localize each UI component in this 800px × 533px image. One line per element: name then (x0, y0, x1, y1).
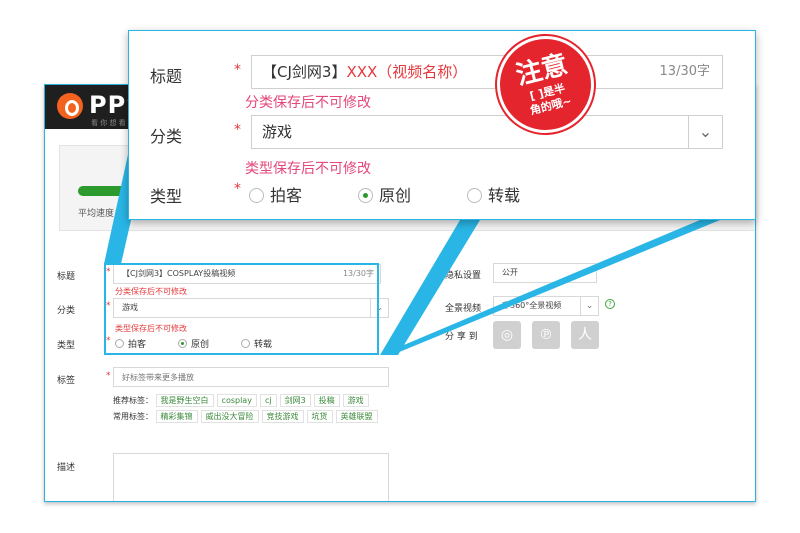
weibo-share-icon[interactable]: ◎ (493, 321, 521, 349)
zoom-type-option: 原创 (379, 186, 412, 205)
zoom-title-placeholder: XXX（视频名称） (346, 63, 468, 81)
zoom-type-radio-yuanchuang[interactable]: 原创 (358, 182, 411, 206)
tag-chip[interactable]: 精彩集锦 (155, 410, 198, 423)
logo-slogan: 看 你 想 看 (91, 119, 126, 127)
radio-selected-icon (358, 188, 373, 203)
title-label: 标题 (57, 272, 76, 282)
desc-label: 描述 (57, 463, 76, 473)
zoom-title-input[interactable]: 【CJ剑网3】XXX（视频名称） 13/30字 (251, 55, 723, 89)
tag-chip[interactable]: 剑网3 (279, 394, 311, 407)
category-label: 分类 (57, 306, 76, 316)
panorama-value: 非360°全景视频 (502, 301, 562, 310)
zoom-type-label: 类型 (150, 187, 183, 206)
share-label: 分 享 到 (445, 332, 478, 342)
common-tags: 常用标签： 精彩集锦 威出没大冒险 竞技游戏 坑货 英雄联盟 (113, 410, 381, 423)
zoom-type-required: * (234, 181, 241, 197)
panorama-label: 全景视频 (445, 304, 482, 314)
radio-icon (249, 188, 264, 203)
upload-progress-fill (78, 186, 126, 196)
tags-input[interactable] (113, 367, 389, 387)
zoom-type-radio-zhuanzai[interactable]: 转载 (467, 182, 520, 206)
zoom-title-label: 标题 (150, 67, 183, 86)
zoom-category-select[interactable]: 游戏 ⌄ (251, 115, 723, 149)
recommended-tags-label: 推荐标签： (113, 396, 153, 405)
zoom-category-label: 分类 (150, 127, 183, 146)
chevron-down-icon[interactable]: ⌄ (580, 297, 598, 315)
zoom-category-hint: 类型保存后不可修改 (245, 161, 371, 177)
zoom-category-value: 游戏 (262, 123, 293, 141)
tag-chip[interactable]: 英雄联盟 (335, 410, 378, 423)
tag-chip[interactable]: 竞技游戏 (261, 410, 304, 423)
tag-chip[interactable]: 投稿 (313, 394, 340, 407)
help-icon[interactable]: ? (605, 299, 615, 309)
privacy-select[interactable]: 公开 (493, 263, 597, 283)
privacy-value: 公开 (502, 268, 518, 277)
zoom-title-prefix: 【CJ剑网3】 (262, 63, 347, 81)
tag-chip[interactable]: 坑货 (306, 410, 333, 423)
desc-textarea[interactable] (113, 453, 389, 501)
pps-logo-icon (57, 93, 83, 119)
pinterest-share-icon[interactable]: ℗ (532, 321, 560, 349)
zoom-type-option: 转载 (488, 186, 521, 205)
zoom-title-counter: 13/30字 (659, 64, 710, 79)
panorama-select[interactable]: 非360°全景视频 ⌄ (493, 296, 599, 316)
tag-chip[interactable]: cosplay (216, 394, 257, 407)
renren-share-icon[interactable]: 人 (571, 321, 599, 349)
zoom-title-hint: 分类保存后不可修改 (245, 95, 371, 111)
tag-chip[interactable]: 游戏 (342, 394, 369, 407)
privacy-label: 隐私设置 (445, 271, 482, 281)
radio-icon (467, 188, 482, 203)
zoom-callout: 标题 * 【CJ剑网3】XXX（视频名称） 13/30字 分类保存后不可修改 分… (128, 30, 756, 220)
tags-label: 标签 (57, 376, 76, 386)
tag-chip[interactable]: cj (259, 394, 277, 407)
zoom-title-required: * (234, 62, 241, 78)
chevron-down-icon[interactable]: ⌄ (688, 116, 722, 148)
type-label: 类型 (57, 341, 76, 351)
tag-chip[interactable]: 我是野生空白 (155, 394, 214, 407)
common-tags-label: 常用标签： (113, 412, 153, 421)
zoom-category-required: * (234, 122, 241, 138)
recommended-tags: 推荐标签： 我是野生空白 cosplay cj 剑网3 投稿 游戏 (113, 394, 372, 407)
tag-chip[interactable]: 威出没大冒险 (200, 410, 259, 423)
tags-required-mark: * (106, 371, 111, 381)
zoom-type-option: 拍客 (270, 186, 303, 205)
highlight-frame (104, 263, 379, 355)
zoom-type-radio-paike[interactable]: 拍客 (249, 182, 302, 206)
